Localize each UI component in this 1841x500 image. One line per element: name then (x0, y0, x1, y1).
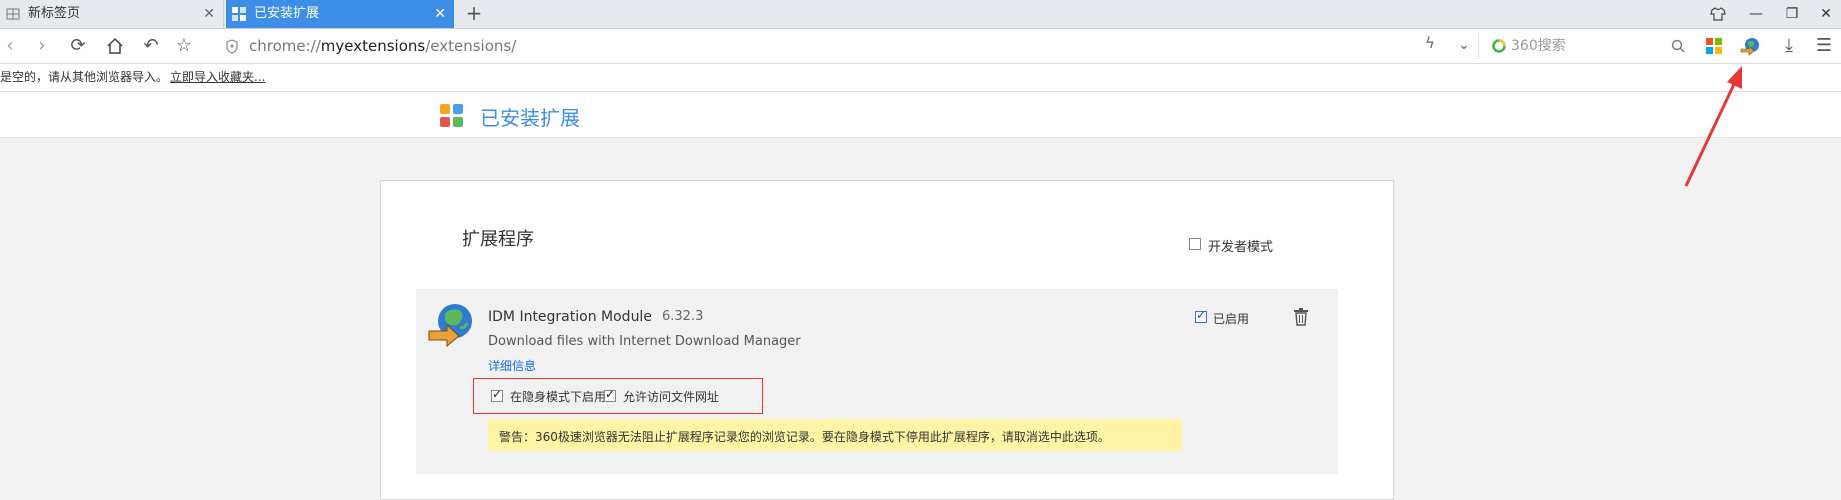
new-tab-button[interactable]: + (462, 0, 486, 28)
extension-description: Download files with Internet Download Ma… (488, 334, 801, 349)
enabled-checkbox[interactable] (1195, 308, 1207, 323)
incognito-checkbox[interactable] (491, 387, 503, 402)
bookmark-empty-message: 是空的，请从其他浏览器导入。 (0, 70, 169, 84)
close-icon[interactable]: ✕ (434, 0, 446, 28)
back-icon[interactable]: ‹ (0, 32, 24, 60)
panel-title: 扩展程序 (462, 229, 534, 250)
url-text: chrome://myextensions/extensions/ (249, 37, 517, 55)
developer-mode-checkbox[interactable] (1189, 238, 1201, 250)
grid-icon (6, 8, 20, 20)
incognito-warning: 警告：360极速浏览器无法阻止扩展程序记录您的浏览记录。要在隐身模式下停用此扩展… (488, 419, 1182, 451)
home-icon[interactable] (101, 32, 129, 60)
trash-icon[interactable] (1293, 308, 1309, 326)
developer-mode-label: 开发者模式 (1208, 240, 1274, 255)
file-access-checkbox[interactable] (604, 387, 616, 402)
restore-icon[interactable]: ❐ (1774, 0, 1810, 28)
undo-close-tab-icon[interactable]: ↶ (137, 32, 165, 60)
search-input[interactable]: 360搜索 (1478, 33, 1689, 59)
shield-icon (226, 39, 238, 54)
star-icon[interactable]: ☆ (170, 32, 198, 60)
lightning-icon[interactable]: ϟ (1425, 34, 1435, 52)
extensions-icon (232, 7, 246, 21)
idm-extension-icon[interactable] (1737, 32, 1765, 60)
tab-label: 已安装扩展 (254, 6, 320, 21)
reload-icon[interactable]: ⟳ (64, 32, 92, 60)
download-icon[interactable]: ⤓ (1775, 32, 1803, 60)
extension-item: IDM Integration Module 6.32.3 Download f… (416, 289, 1338, 474)
minimize-icon[interactable]: — (1738, 0, 1774, 28)
navigation-toolbar: ‹ › ⟳ ↶ ☆ chrome://myextensions/extensio… (0, 29, 1841, 64)
skin-icon[interactable] (1700, 0, 1736, 28)
details-link[interactable]: 详细信息 (488, 357, 536, 374)
page-header: 已安装扩展 (0, 92, 1841, 138)
apps-icon[interactable] (1700, 32, 1728, 60)
tab-strip: 新标签页 ✕ 已安装扩展 ✕ + — ❐ ✕ (0, 0, 1841, 29)
extensions-panel: 扩展程序 开发者模式 IDM Integration Module 6.32.3… (380, 180, 1394, 500)
tab-label: 新标签页 (28, 6, 81, 21)
search-icon[interactable] (1671, 39, 1685, 53)
warning-text: 警告：360极速浏览器无法阻止扩展程序记录您的浏览记录。要在隐身模式下停用此扩展… (499, 430, 1110, 444)
extensions-logo-icon (440, 104, 463, 127)
incognito-label: 在隐身模式下启用 (510, 390, 607, 404)
bookmark-bar: 是空的，请从其他浏览器导入。 立即导入收藏夹... (0, 64, 1841, 92)
forward-icon[interactable]: › (28, 32, 56, 60)
extension-version: 6.32.3 (662, 309, 704, 324)
extension-name: IDM Integration Module (488, 309, 652, 325)
address-bar[interactable]: chrome://myextensions/extensions/ ϟ (215, 33, 1435, 59)
tab-installed-extensions[interactable]: 已安装扩展 ✕ (226, 0, 454, 28)
menu-icon[interactable]: ☰ (1810, 32, 1838, 60)
close-icon[interactable]: ✕ (203, 0, 215, 28)
tab-new-tab[interactable]: 新标签页 ✕ (0, 0, 224, 28)
import-bookmarks-link[interactable]: 立即导入收藏夹... (170, 64, 265, 90)
enabled-label: 已启用 (1213, 312, 1250, 326)
360-logo-icon (1492, 39, 1506, 53)
file-access-label: 允许访问文件网址 (623, 390, 720, 404)
idm-logo-icon (428, 304, 472, 347)
chevron-down-icon[interactable]: ⌄ (1450, 32, 1478, 60)
page-title: 已安装扩展 (480, 106, 580, 130)
window-close-icon[interactable]: ✕ (1808, 0, 1841, 28)
search-placeholder: 360搜索 (1511, 38, 1566, 54)
